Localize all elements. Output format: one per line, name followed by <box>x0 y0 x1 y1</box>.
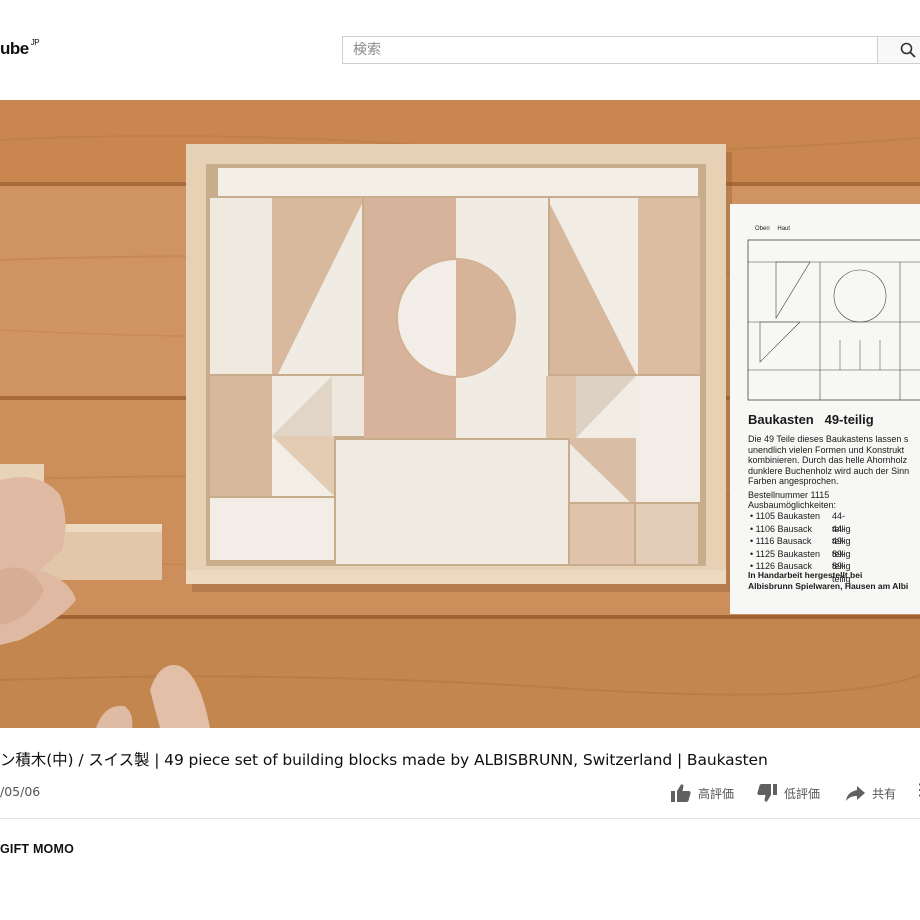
divider <box>0 818 920 819</box>
card-description: Die 49 Teile dieses Baukastens lassen s … <box>748 434 909 511</box>
card-label-haut: Haut <box>777 226 791 232</box>
channel-name[interactable]: GIFT MOMO <box>0 842 74 856</box>
card-item: • 1105 Baukasten 44-teilig <box>750 511 851 534</box>
youtube-logo[interactable]: ube JP <box>0 38 40 59</box>
more-actions-icon[interactable]: ⋮ <box>912 783 920 800</box>
card-top-labels: Oben Haut <box>755 226 790 232</box>
card-desc-line: Farben angesprochen. <box>748 476 839 486</box>
share-label: 共有 <box>872 786 897 801</box>
card-item: • 1116 Bausack 49-teilig <box>750 536 851 559</box>
card-item-list: • 1105 Baukasten 44-teilig • 1106 Bausac… <box>750 510 851 584</box>
card-footer: In Handarbeit hergestellt bei Albisbrunn… <box>748 570 908 591</box>
top-bar: ube JP <box>0 0 920 100</box>
thumbs-up-icon <box>671 784 691 802</box>
video-player[interactable]: Oben Haut Baukasten 49-teilig Die 49 Tei… <box>0 100 920 728</box>
logo-text: ube <box>0 39 29 58</box>
video-title: ン積木(中) / スイス製 | 49 piece set of building… <box>0 751 768 769</box>
share-button[interactable]: 共有 <box>844 780 896 806</box>
upload-date: /05/06 <box>0 784 41 799</box>
card-order-number: Bestellnummer 1115 <box>748 489 830 500</box>
card-footer-line: Albisbrunn Spielwaren, Hausen am Albi <box>748 580 909 591</box>
card-heading: Baukasten 49-teilig <box>748 412 874 427</box>
dislike-label: 低評価 <box>784 786 821 801</box>
card-desc-line: kombinieren. Durch das helle Ahornholz <box>748 455 908 465</box>
logo-region: JP <box>30 38 40 47</box>
dislike-button[interactable]: 低評価 <box>756 780 820 806</box>
share-arrow-icon <box>846 786 865 801</box>
search-icon <box>900 42 916 58</box>
card-desc-line: unendlich vielen Formen und Konstrukt <box>748 444 905 455</box>
thumbs-down-icon <box>757 784 777 802</box>
like-button[interactable]: 高評価 <box>670 780 734 806</box>
card-item: • 1106 Bausack 44-teilig <box>750 523 851 547</box>
search-input[interactable] <box>342 36 877 64</box>
card-desc-line: dunklere Buchenholz wird auch der Sinn <box>748 465 910 476</box>
card-expansion-label: Ausbaumöglichkeiten: <box>748 500 837 510</box>
search-button[interactable] <box>877 36 920 64</box>
card-item: • 1125 Baukasten 89-teilig <box>750 548 851 572</box>
card-desc-line: Die 49 Teile dieses Baukastens lassen s <box>748 434 909 444</box>
card-footer-line: In Handarbeit hergestellt bei <box>748 570 863 580</box>
like-label: 高評価 <box>698 786 735 801</box>
card-label-oben: Oben <box>755 226 770 232</box>
